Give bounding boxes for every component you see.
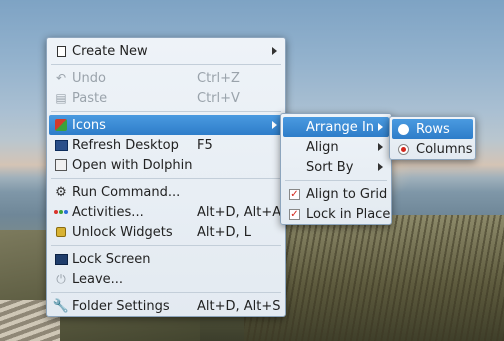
menu-item-label: Refresh Desktop (72, 137, 179, 153)
menu-item-shortcut: Alt+D, Alt+S (197, 298, 281, 314)
menu-item-leave[interactable]: ⏻ Leave... (49, 269, 283, 289)
menu-item-label: Folder Settings (72, 298, 170, 314)
menu-item-icons[interactable]: Icons (49, 115, 283, 135)
menu-item-open-with-dolphin[interactable]: Open with Dolphin (49, 155, 283, 175)
menu-separator (51, 64, 281, 65)
activities-icon (54, 205, 68, 219)
menu-item-shortcut: Ctrl+V (197, 90, 240, 106)
menu-separator (51, 292, 281, 293)
menu-item-label: Leave... (72, 271, 124, 287)
submenu-arrow-icon (378, 163, 383, 171)
menu-item-label: Align (306, 139, 339, 155)
menu-item-label: Run Command... (72, 184, 181, 200)
run-command-icon: ⚙ (55, 184, 67, 200)
menu-item-create-new[interactable]: Create New (49, 41, 283, 61)
lock-icon (54, 225, 68, 239)
submenu-arrow-icon (378, 143, 383, 151)
menu-item-align[interactable]: Align (283, 137, 389, 157)
menu-item-align-to-grid[interactable]: ✓ Align to Grid (283, 184, 389, 204)
menu-item-activities[interactable]: Activities... Alt+D, Alt+A (49, 202, 283, 222)
menu-item-arrange-in[interactable]: Arrange In (283, 117, 389, 137)
submenu-arrow-icon (272, 121, 277, 129)
menu-separator (51, 245, 281, 246)
menu-item-shortcut: Alt+D, Alt+A (197, 204, 282, 220)
menu-item-label: Undo (72, 70, 106, 86)
menu-item-run-command[interactable]: ⚙ Run Command... (49, 182, 283, 202)
menu-item-lock-screen[interactable]: Lock Screen (49, 249, 283, 269)
menu-item-label: Align to Grid (306, 186, 388, 202)
menu-item-unlock-widgets[interactable]: Unlock Widgets Alt+D, L (49, 222, 283, 242)
submenu-arrow-icon (272, 47, 277, 55)
menu-item-columns[interactable]: Columns (392, 139, 473, 159)
menu-item-folder-settings[interactable]: 🔧 Folder Settings Alt+D, Alt+S (49, 296, 283, 316)
lock-screen-icon (54, 252, 68, 266)
menu-item-label: Open with Dolphin (72, 157, 193, 173)
leave-icon: ⏻ (56, 272, 66, 286)
menu-item-label: Arrange In (306, 119, 375, 135)
menu-item-lock-in-place[interactable]: ✓ Lock in Place (283, 204, 391, 224)
menu-item-paste[interactable]: ▤ Paste Ctrl+V (49, 88, 283, 108)
desktop-context-menu: Create New ↶ Undo Ctrl+Z ▤ Paste Ctrl+V … (46, 37, 286, 317)
rows-radio[interactable] (398, 123, 409, 135)
menu-item-shortcut: F5 (197, 137, 213, 153)
menu-separator (51, 178, 281, 179)
menu-separator (285, 180, 387, 181)
arrange-in-submenu: Rows Columns (389, 116, 476, 160)
menu-item-label: Rows (416, 121, 450, 137)
dolphin-icon (54, 158, 68, 172)
menu-item-label: Create New (72, 43, 148, 59)
menu-item-shortcut: Ctrl+Z (197, 70, 240, 86)
radio-selected-dot (401, 146, 406, 152)
align-to-grid-checkbox[interactable]: ✓ (289, 188, 300, 200)
menu-item-label: Columns (416, 141, 473, 157)
menu-item-label: Unlock Widgets (72, 224, 173, 240)
paste-icon: ▤ (55, 91, 67, 105)
menu-item-label: Lock in Place (306, 206, 391, 222)
menu-separator (51, 111, 281, 112)
menu-item-label: Icons (72, 117, 106, 133)
wrench-icon: 🔧 (52, 298, 70, 314)
menu-item-undo[interactable]: ↶ Undo Ctrl+Z (49, 68, 283, 88)
refresh-icon (54, 138, 68, 152)
new-document-icon (54, 44, 68, 58)
icons-icon (54, 118, 68, 132)
icons-submenu: Arrange In Align Sort By ✓ Align to Grid… (280, 113, 392, 225)
lock-in-place-checkbox[interactable]: ✓ (289, 208, 300, 220)
undo-icon: ↶ (55, 71, 67, 85)
menu-item-refresh-desktop[interactable]: Refresh Desktop F5 (49, 135, 283, 155)
menu-item-label: Sort By (306, 159, 354, 175)
submenu-arrow-icon (378, 123, 383, 131)
columns-radio[interactable] (398, 143, 409, 155)
menu-item-shortcut: Alt+D, L (197, 224, 252, 240)
menu-item-sort-by[interactable]: Sort By (283, 157, 389, 177)
menu-item-label: Lock Screen (72, 251, 151, 267)
menu-item-label: Activities... (72, 204, 144, 220)
menu-item-rows[interactable]: Rows (392, 119, 473, 139)
menu-item-label: Paste (72, 90, 108, 106)
